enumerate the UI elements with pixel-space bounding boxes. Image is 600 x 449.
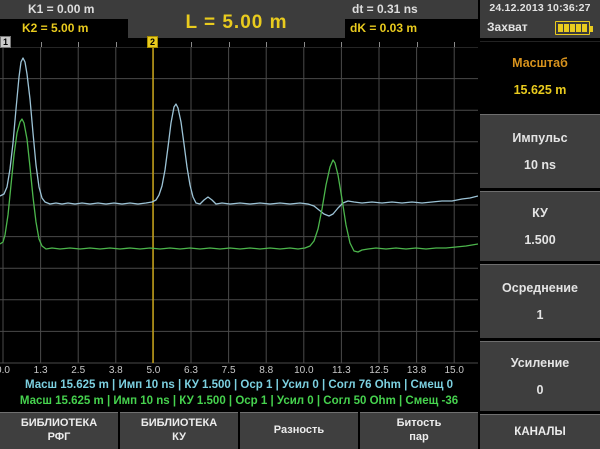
x-tick-label: 12.5 bbox=[366, 365, 392, 376]
softkey-row: БИБЛИОТЕКА РФГ БИБЛИОТЕКА КУ Разность Би… bbox=[0, 412, 478, 449]
difference-button[interactable]: Разность bbox=[240, 412, 358, 449]
reflectometer-screen: K1 = 0.00 m dt = 0.31 ns K2 = 5.00 m dK … bbox=[0, 0, 600, 449]
scale-panel[interactable]: Масштаб 15.625 m bbox=[480, 41, 600, 111]
battery-nub bbox=[590, 26, 593, 32]
battery-segment bbox=[582, 24, 587, 32]
length-readout: L = 5.00 m bbox=[128, 8, 345, 38]
channel-1-blue-trace bbox=[0, 58, 478, 216]
x-axis-labels: 0.0 1.3 2.5 3.8 5.0 6.3 7.5 8.8 10.0 11.3 12.5 13.8… bbox=[0, 365, 478, 378]
averaging-value: 1 bbox=[537, 308, 544, 322]
x-tick-label: 1.3 bbox=[28, 365, 54, 376]
pulse-panel[interactable]: Импульс 10 ns bbox=[480, 114, 600, 188]
top-tick-strip bbox=[0, 38, 478, 47]
scale-value: 15.625 m bbox=[514, 83, 567, 97]
averaging-label: Осреднение bbox=[502, 281, 578, 295]
dt-readout: dt = 0.31 ns bbox=[352, 2, 418, 16]
channel-2-green-trace bbox=[0, 119, 478, 252]
x-tick-label: 13.8 bbox=[404, 365, 430, 376]
trace-canvas bbox=[0, 47, 478, 365]
ku-panel[interactable]: КУ 1.500 bbox=[480, 191, 600, 261]
x-tick-label: 3.8 bbox=[103, 365, 129, 376]
pulse-label: Импульс bbox=[512, 131, 567, 145]
channel1-status-line: Масш 15.625 m | Имп 10 ns | КУ 1.500 | О… bbox=[0, 379, 478, 394]
averaging-panel[interactable]: Осреднение 1 bbox=[480, 264, 600, 338]
datetime-display: 24.12.2013 10:36:27 bbox=[480, 2, 600, 14]
x-tick-label: 7.5 bbox=[216, 365, 242, 376]
battery-segment bbox=[576, 24, 581, 32]
ku-label: КУ bbox=[532, 206, 548, 220]
library-ku-button[interactable]: БИБЛИОТЕКА КУ bbox=[120, 412, 238, 449]
battery-segment bbox=[558, 24, 563, 32]
x-tick-label: 15.0 bbox=[441, 365, 467, 376]
gain-value: 0 bbox=[537, 383, 544, 397]
pulse-value: 10 ns bbox=[524, 158, 556, 172]
dk-readout: dK = 0.03 m bbox=[350, 21, 417, 35]
x-tick-label: 8.8 bbox=[253, 365, 279, 376]
battery-icon bbox=[555, 21, 590, 35]
pair-split-button[interactable]: Битость пар bbox=[360, 412, 478, 449]
x-tick-label: 2.5 bbox=[65, 365, 91, 376]
battery-segment bbox=[570, 24, 575, 32]
capture-mode-label: Захват bbox=[487, 20, 528, 34]
x-tick-label: 6.3 bbox=[178, 365, 204, 376]
gain-panel[interactable]: Усиление 0 bbox=[480, 341, 600, 411]
marker1-readout: K1 = 0.00 m bbox=[28, 2, 94, 16]
gain-label: Усиление bbox=[511, 356, 570, 370]
ku-value: 1.500 bbox=[524, 233, 555, 247]
x-tick-label: 11.3 bbox=[328, 365, 354, 376]
x-tick-label: 10.0 bbox=[291, 365, 317, 376]
marker-2-handle[interactable]: 2 bbox=[147, 36, 158, 48]
library-rfg-button[interactable]: БИБЛИОТЕКА РФГ bbox=[0, 412, 118, 449]
scale-label: Масштаб bbox=[512, 56, 568, 70]
x-tick-label: 5.0 bbox=[140, 365, 166, 376]
channels-button[interactable]: КАНАЛЫ bbox=[480, 414, 600, 449]
battery-segment bbox=[564, 24, 569, 32]
sidebar-info-box: 24.12.2013 10:36:27 Захват bbox=[480, 0, 600, 38]
channel2-status-line: Масш 15.625 m | Имп 10 ns | КУ 1.500 | О… bbox=[0, 395, 478, 410]
waveform-plot[interactable]: 1 2 bbox=[0, 38, 478, 365]
sidebar: 24.12.2013 10:36:27 Захват Масштаб 15.62… bbox=[478, 0, 600, 449]
x-tick-label: 0.0 bbox=[0, 365, 16, 376]
marker-1-handle[interactable]: 1 bbox=[0, 36, 11, 48]
marker2-readout: K2 = 5.00 m bbox=[22, 21, 88, 35]
